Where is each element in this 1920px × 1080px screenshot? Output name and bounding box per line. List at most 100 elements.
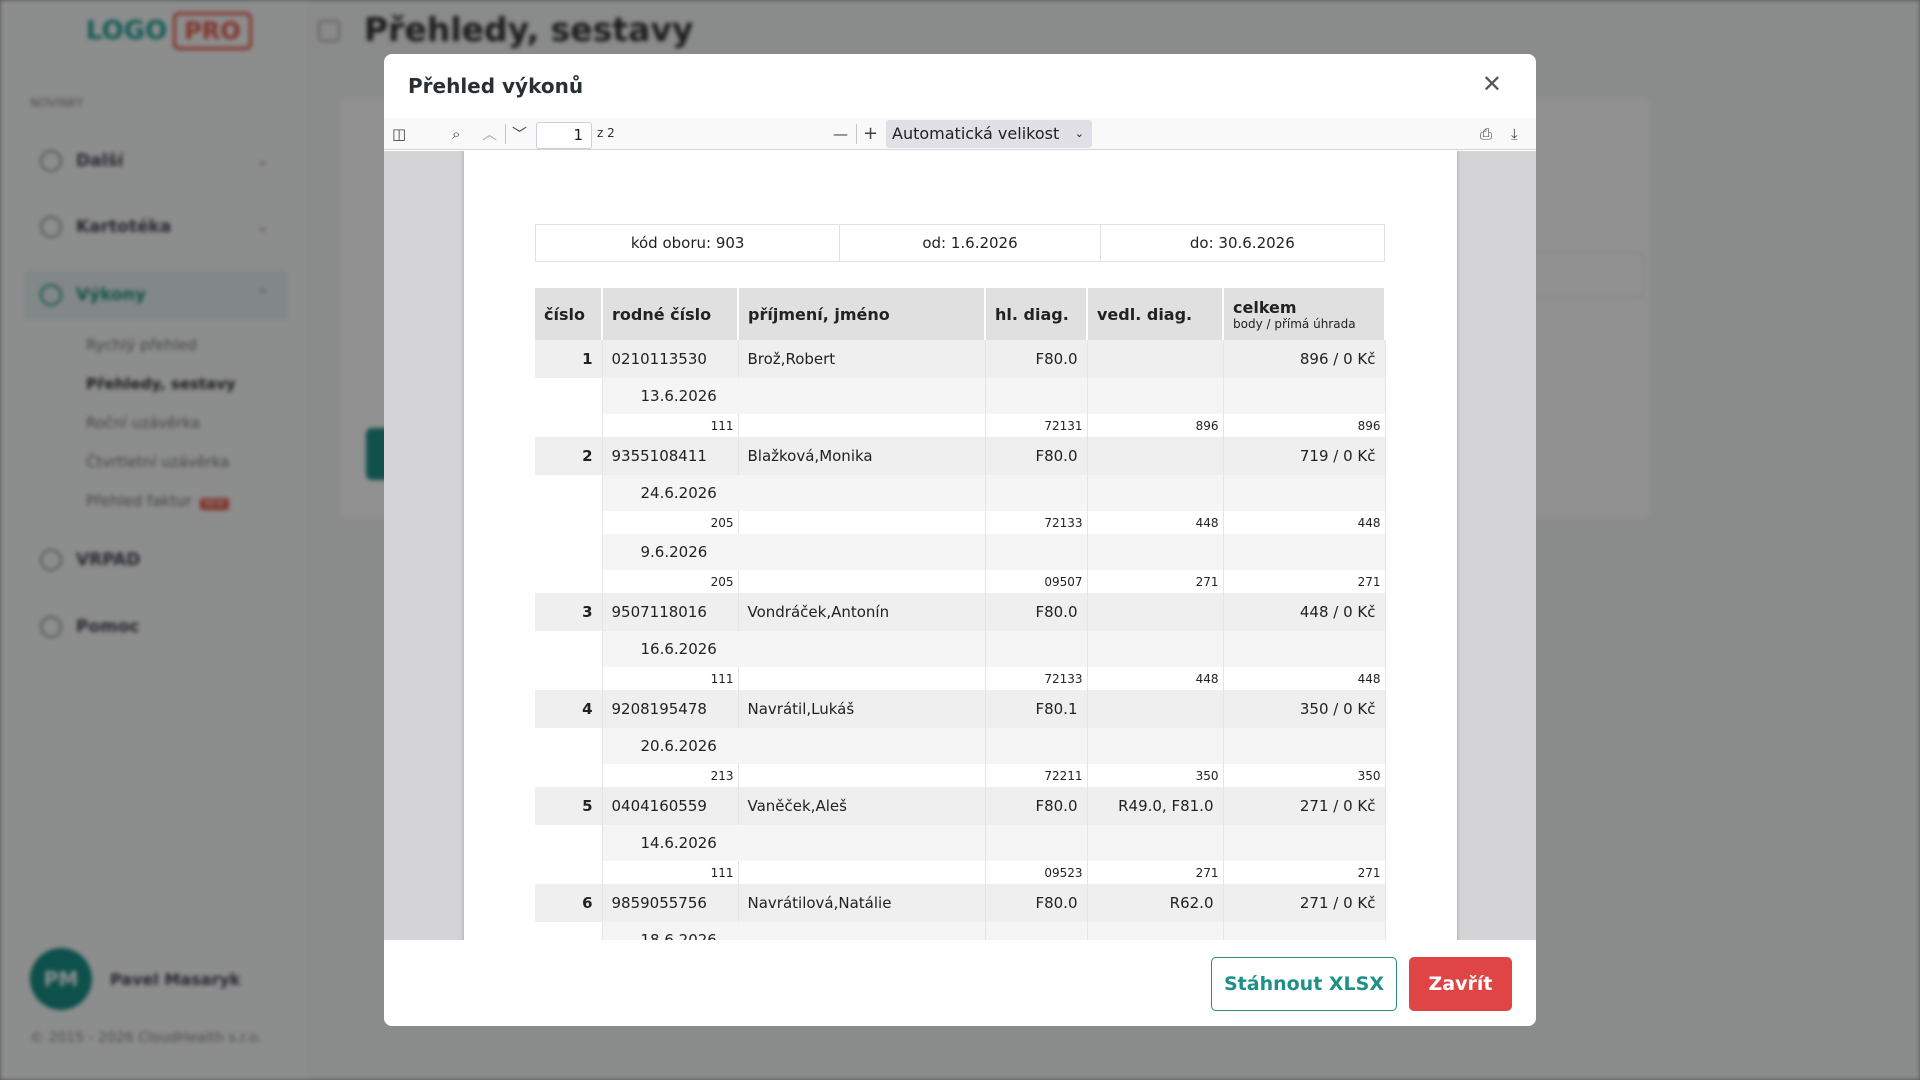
cell: F80.0 bbox=[985, 787, 1088, 825]
table-row: 4 9208195478 Navrátil,Lukáš F80.1 350 / … bbox=[535, 690, 1386, 728]
cell: 9355108411 bbox=[602, 437, 739, 475]
cell: 5 bbox=[535, 787, 603, 825]
kod-oboru: kód oboru: 903 bbox=[536, 225, 841, 261]
cell: 9.6.2026 bbox=[602, 534, 986, 570]
chevron-down-icon: ⌄ bbox=[1074, 127, 1084, 140]
cell: Blažková,Monika bbox=[738, 437, 986, 475]
cell: 0404160559 bbox=[602, 787, 739, 825]
table-row-date: 20.6.2026 bbox=[535, 728, 1386, 764]
cell: 72131 bbox=[985, 414, 1088, 437]
table-row: 2 9355108411 Blažková,Monika F80.0 719 /… bbox=[535, 437, 1386, 475]
cell: 213 bbox=[602, 764, 739, 787]
cell: 111 bbox=[602, 414, 739, 437]
zoom-in-icon[interactable]: + bbox=[863, 124, 878, 144]
table-row: 1 0210113530 Brož,Robert F80.0 896 / 0 K… bbox=[535, 340, 1386, 378]
cell: 719 / 0 Kč bbox=[1223, 437, 1386, 475]
close-icon[interactable]: ✕ bbox=[1482, 72, 1502, 96]
cell: F80.1 bbox=[985, 690, 1088, 728]
cell: 9859055756 bbox=[602, 884, 739, 922]
cell: 205 bbox=[602, 570, 739, 593]
close-button[interactable]: Zavřít bbox=[1409, 957, 1512, 1011]
cell: 72133 bbox=[985, 511, 1088, 534]
cell: 896 / 0 Kč bbox=[1223, 340, 1386, 378]
page-number-input[interactable]: 1 bbox=[536, 122, 592, 149]
table-row: 3 9507118016 Vondráček,Antonín F80.0 448… bbox=[535, 593, 1386, 631]
table-row-detail: 111 09523 271 271 bbox=[535, 861, 1386, 884]
cell: R49.0, F81.0 bbox=[1087, 787, 1224, 825]
cell: 1 bbox=[535, 340, 603, 378]
cell bbox=[1087, 690, 1224, 728]
date-from: od: 1.6.2026 bbox=[840, 225, 1101, 261]
zoom-out-icon[interactable]: — bbox=[833, 124, 848, 144]
cell: 20.6.2026 bbox=[602, 728, 986, 764]
cell: 111 bbox=[602, 861, 739, 884]
col-header-title: celkem bbox=[1233, 297, 1297, 317]
cell: 271 / 0 Kč bbox=[1223, 787, 1386, 825]
cell: 09523 bbox=[985, 861, 1088, 884]
cell: 14.6.2026 bbox=[602, 825, 986, 861]
cell: F80.0 bbox=[985, 884, 1088, 922]
pdf-page: kód oboru: 903 od: 1.6.2026 do: 30.6.202… bbox=[464, 151, 1457, 940]
table-row: 6 9859055756 Navrátilová,Natálie F80.0 R… bbox=[535, 884, 1386, 922]
table-row-date: 13.6.2026 bbox=[535, 378, 1386, 414]
cell: 18.6.2026 bbox=[602, 922, 986, 940]
table-row-detail: 111 72133 448 448 bbox=[535, 667, 1386, 690]
cell: 72133 bbox=[985, 667, 1088, 690]
cell: 4 bbox=[535, 690, 603, 728]
search-icon[interactable]: ⌕ bbox=[452, 124, 460, 144]
cell: 271 bbox=[1223, 861, 1386, 884]
cell: 111 bbox=[602, 667, 739, 690]
chevron-down-icon[interactable]: ﹀ bbox=[512, 124, 527, 144]
cell bbox=[1087, 593, 1224, 631]
cell: 72211 bbox=[985, 764, 1088, 787]
col-header-subtitle: body / přímá úhrada bbox=[1233, 316, 1356, 331]
table-row-detail: 205 72133 448 448 bbox=[535, 511, 1386, 534]
col-header: celkem body / přímá úhrada bbox=[1223, 288, 1386, 340]
report-table: číslo rodné číslo příjmení, jméno hl. di… bbox=[535, 288, 1386, 940]
table-row-date: 24.6.2026 bbox=[535, 475, 1386, 511]
zoom-select-label: Automatická velikost bbox=[892, 124, 1060, 143]
table-row-date: 14.6.2026 bbox=[535, 825, 1386, 861]
chevron-up-icon[interactable]: ︿ bbox=[482, 124, 497, 144]
cell: F80.0 bbox=[985, 593, 1088, 631]
cell: 6 bbox=[535, 884, 603, 922]
cell: 448 / 0 Kč bbox=[1223, 593, 1386, 631]
report-modal: Přehled výkonů ✕ ◫ ⌕ ︿ ﹀ 1 z 2 — + Autom… bbox=[384, 54, 1536, 1026]
cell: 448 bbox=[1087, 667, 1224, 690]
table-row-date: 16.6.2026 bbox=[535, 631, 1386, 667]
cell: 448 bbox=[1223, 667, 1386, 690]
col-header: hl. diag. bbox=[985, 288, 1088, 340]
col-header: vedl. diag. bbox=[1087, 288, 1224, 340]
cell: 0210113530 bbox=[602, 340, 739, 378]
save-icon[interactable]: ⤓ bbox=[1511, 124, 1518, 144]
cell: 350 bbox=[1223, 764, 1386, 787]
print-icon[interactable]: ⎙ bbox=[1480, 124, 1492, 144]
cell: Vondráček,Antonín bbox=[738, 593, 986, 631]
cell: 13.6.2026 bbox=[602, 378, 986, 414]
cell: 09507 bbox=[985, 570, 1088, 593]
cell: 205 bbox=[602, 511, 739, 534]
cell: 271 / 0 Kč bbox=[1223, 884, 1386, 922]
cell: 16.6.2026 bbox=[602, 631, 986, 667]
cell bbox=[1087, 437, 1224, 475]
table-row-detail: 205 09507 271 271 bbox=[535, 570, 1386, 593]
table-row-date: 9.6.2026 bbox=[535, 534, 1386, 570]
cell: 896 bbox=[1087, 414, 1224, 437]
cell: Navrátil,Lukáš bbox=[738, 690, 986, 728]
cell: R62.0 bbox=[1087, 884, 1224, 922]
cell bbox=[1087, 340, 1224, 378]
cell: 24.6.2026 bbox=[602, 475, 986, 511]
col-header: příjmení, jméno bbox=[738, 288, 986, 340]
pdf-viewer[interactable]: kód oboru: 903 od: 1.6.2026 do: 30.6.202… bbox=[384, 151, 1536, 940]
cell: Navrátilová,Natálie bbox=[738, 884, 986, 922]
download-xlsx-button[interactable]: Stáhnout XLSX bbox=[1211, 957, 1397, 1011]
zoom-select[interactable]: Automatická velikost ⌄ bbox=[886, 120, 1092, 148]
table-row-detail: 111 72131 896 896 bbox=[535, 414, 1386, 437]
cell: 2 bbox=[535, 437, 603, 475]
sidebar-toggle-icon[interactable]: ◫ bbox=[392, 124, 406, 144]
modal-footer: Stáhnout XLSX Zavřít bbox=[384, 940, 1536, 1026]
cell: 3 bbox=[535, 593, 603, 631]
cell: 271 bbox=[1087, 570, 1224, 593]
table-row: 5 0404160559 Vaněček,Aleš F80.0 R49.0, F… bbox=[535, 787, 1386, 825]
table-row-date: 18.6.2026 bbox=[535, 922, 1386, 940]
